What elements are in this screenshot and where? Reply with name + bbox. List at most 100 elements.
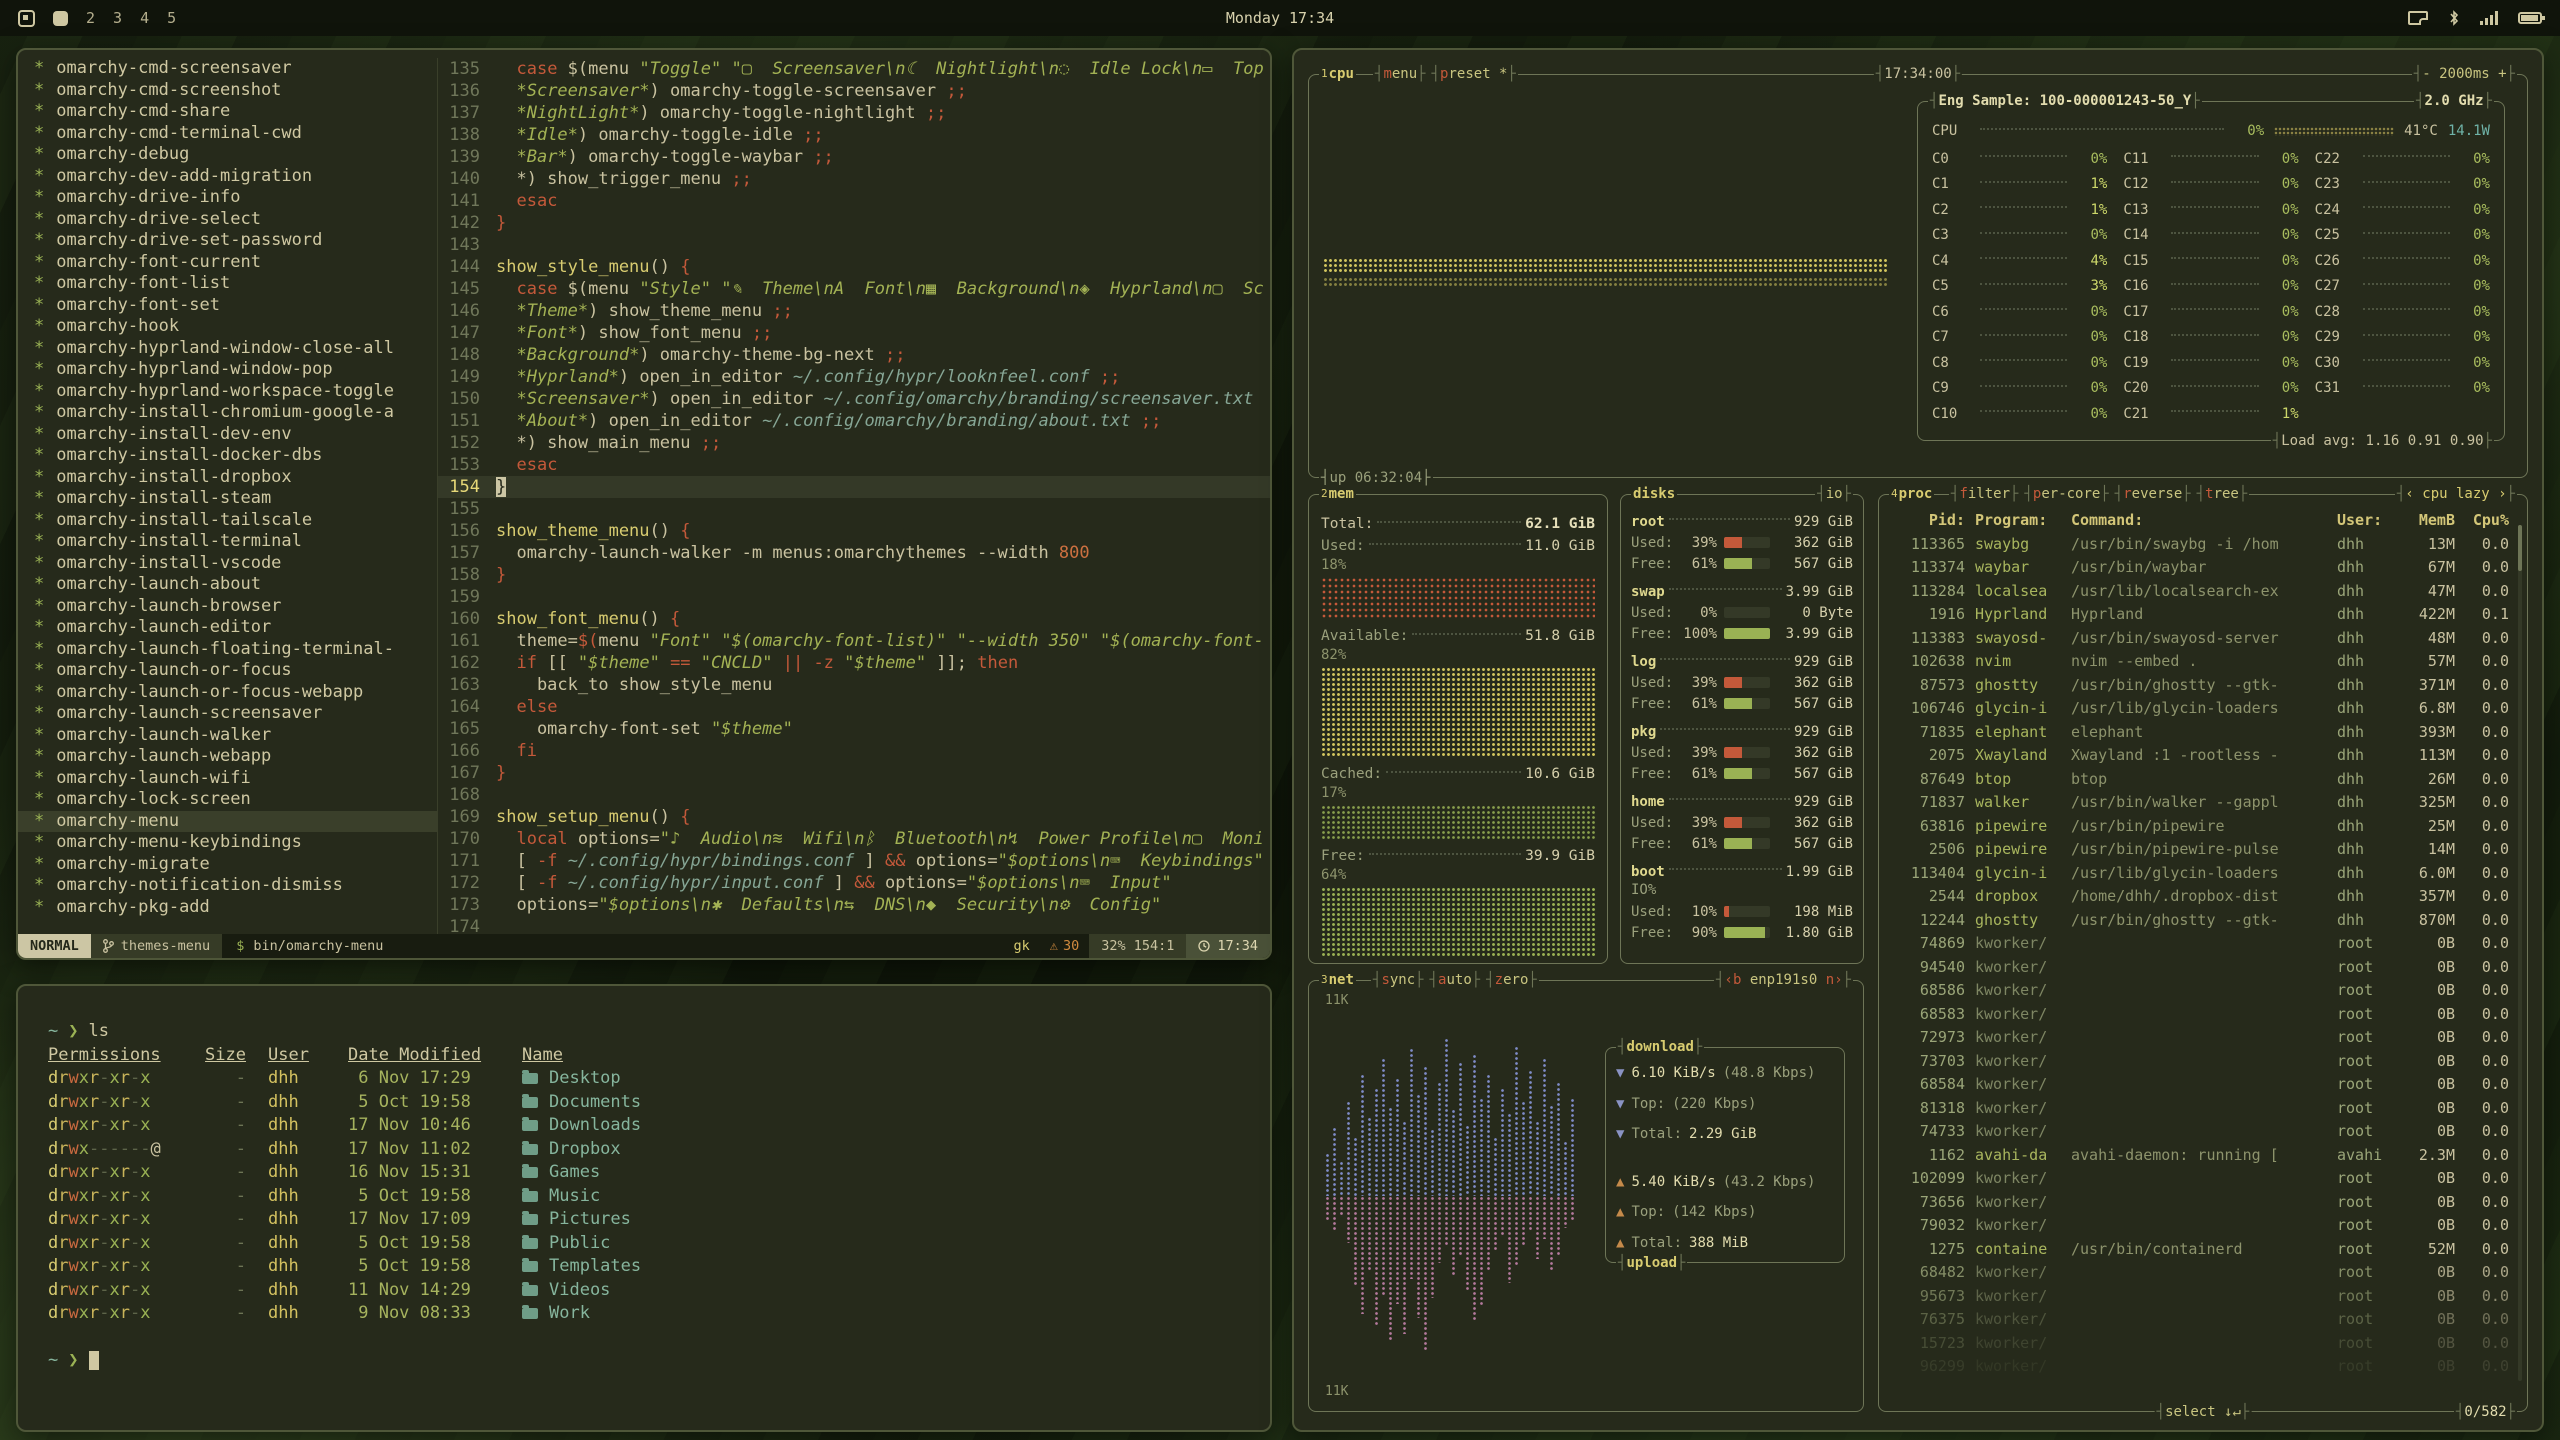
process-row[interactable]: 102099kworker/root0B0.0 xyxy=(1887,1167,2519,1191)
workspace-5[interactable]: 5 xyxy=(167,9,176,27)
file-tree-item[interactable]: *omarchy-drive-select xyxy=(18,209,437,231)
file-tree-item[interactable]: *omarchy-launch-or-focus-webapp xyxy=(18,682,437,704)
code-line[interactable]: 167} xyxy=(438,762,1270,784)
code-line[interactable]: 172 [ -f ~/.config/hypr/input.conf ] && … xyxy=(438,872,1270,894)
process-row[interactable]: 72973kworker/root0B0.0 xyxy=(1887,1026,2519,1050)
code-line[interactable]: 160show_font_menu() { xyxy=(438,608,1270,630)
code-line[interactable]: 158} xyxy=(438,564,1270,586)
process-row[interactable]: 102638nvimnvim --embed .dhh57M0.0 xyxy=(1887,650,2519,674)
omarchy-logo-icon[interactable] xyxy=(18,10,35,27)
ls-row[interactable]: drwxr-xr-x-dhh 5 Oct 19:58Music xyxy=(48,1185,1240,1209)
file-tree-item[interactable]: *omarchy-font-set xyxy=(18,295,437,317)
proc-column-header[interactable]: User: xyxy=(2337,509,2389,533)
code-line[interactable]: 168 xyxy=(438,784,1270,806)
net-button-zero[interactable]: ┤zero├ xyxy=(1486,971,1537,989)
process-row[interactable]: 71835elephantelephantdhh393M0.0 xyxy=(1887,721,2519,745)
code-line[interactable]: 140 *) show_trigger_menu ;; xyxy=(438,168,1270,190)
ls-row[interactable]: drwxr-xr-x-dhh16 Nov 15:31Games xyxy=(48,1161,1240,1185)
code-line[interactable]: 153 esac xyxy=(438,454,1270,476)
file-tree-item[interactable]: *omarchy-install-dropbox xyxy=(18,467,437,489)
file-tree-item[interactable]: *omarchy-install-vscode xyxy=(18,553,437,575)
code-line[interactable]: 173 options="$options\n✱ Defaults\n⇆ DNS… xyxy=(438,894,1270,916)
process-row[interactable]: 79032kworker/root0B0.0 xyxy=(1887,1214,2519,1238)
code-line[interactable]: 144show_style_menu() { xyxy=(438,256,1270,278)
process-row[interactable]: 1916HyprlandHyprlanddhh422M0.1 xyxy=(1887,603,2519,627)
proc-column-header[interactable]: Pid: xyxy=(1893,509,1965,533)
file-tree-item[interactable]: *omarchy-launch-browser xyxy=(18,596,437,618)
process-row[interactable]: 113284localsea/usr/lib/localsearch-exdhh… xyxy=(1887,580,2519,604)
code-line[interactable]: 145 case $(menu "Style" "✎ Theme\nA Font… xyxy=(438,278,1270,300)
code-line[interactable]: 150 *Screensaver*) open_in_editor ~/.con… xyxy=(438,388,1270,410)
code-line[interactable]: 169show_setup_menu() { xyxy=(438,806,1270,828)
process-row[interactable]: 94540kworker/root0B0.0 xyxy=(1887,956,2519,980)
file-tree-item[interactable]: *omarchy-install-docker-dbs xyxy=(18,445,437,467)
code-line[interactable]: 164 else xyxy=(438,696,1270,718)
code-line[interactable]: 159 xyxy=(438,586,1270,608)
net-button-auto[interactable]: ┤auto├ xyxy=(1430,971,1481,989)
code-line[interactable]: 148 *Background*) omarchy-theme-bg-next … xyxy=(438,344,1270,366)
file-tree-item[interactable]: *omarchy-install-tailscale xyxy=(18,510,437,532)
process-row[interactable]: 63816pipewire/usr/bin/pipewiredhh25M0.0 xyxy=(1887,815,2519,839)
file-tree-item[interactable]: *omarchy-install-terminal xyxy=(18,531,437,553)
process-row[interactable]: 87573ghostty/usr/bin/ghostty --gtk-dhh37… xyxy=(1887,674,2519,698)
process-row[interactable]: 68584kworker/root0B0.0 xyxy=(1887,1073,2519,1097)
screencast-icon[interactable] xyxy=(2408,11,2428,25)
battery-icon[interactable] xyxy=(2518,12,2542,24)
file-tree-item[interactable]: *omarchy-hook xyxy=(18,316,437,338)
file-tree-item[interactable]: *omarchy-lock-screen xyxy=(18,789,437,811)
file-tree-item[interactable]: *omarchy-menu-keybindings xyxy=(18,832,437,854)
bluetooth-icon[interactable] xyxy=(2448,10,2460,26)
proc-scrollbar[interactable] xyxy=(2518,525,2522,1381)
proc-button-tree[interactable]: ┤tree├ xyxy=(2197,485,2248,503)
process-row[interactable]: 87649btopbtopdhh26M0.0 xyxy=(1887,768,2519,792)
process-row[interactable]: 113374waybar/usr/bin/waybardhh67M0.0 xyxy=(1887,556,2519,580)
code-line[interactable]: 166 fi xyxy=(438,740,1270,762)
file-tree-item[interactable]: *omarchy-cmd-terminal-cwd xyxy=(18,123,437,145)
proc-column-header[interactable]: Command: xyxy=(2071,509,2327,533)
file-tree-item[interactable]: *omarchy-install-dev-env xyxy=(18,424,437,446)
process-row[interactable]: 95673kworker/root0B0.0 xyxy=(1887,1285,2519,1309)
ls-row[interactable]: drwx------@-dhh17 Nov 11:02Dropbox xyxy=(48,1138,1240,1162)
file-tree[interactable]: *omarchy-cmd-screensaver*omarchy-cmd-scr… xyxy=(18,58,438,934)
update-interval-control[interactable]: ┤- 2000ms +├ xyxy=(2412,65,2517,83)
process-row[interactable]: 15723kworker/root0B0.0 xyxy=(1887,1332,2519,1356)
file-tree-item[interactable]: *omarchy-launch-about xyxy=(18,574,437,596)
net-interface-switcher[interactable]: ┤ ‹b enp191s0 n› ├ xyxy=(1714,971,1853,989)
file-tree-item[interactable]: *omarchy-drive-info xyxy=(18,187,437,209)
proc-button-per-core[interactable]: ┤per-core├ xyxy=(2024,485,2108,503)
code-line[interactable]: 152 *) show_main_menu ;; xyxy=(438,432,1270,454)
process-row[interactable]: 74733kworker/root0B0.0 xyxy=(1887,1120,2519,1144)
cpu-button-menu[interactable]: ┤menu├ xyxy=(1375,65,1426,83)
file-tree-item[interactable]: *omarchy-launch-editor xyxy=(18,617,437,639)
code-line[interactable]: 151 *About*) open_in_editor ~/.config/om… xyxy=(438,410,1270,432)
file-tree-item[interactable]: *omarchy-launch-floating-terminal- xyxy=(18,639,437,661)
file-tree-item[interactable]: *omarchy-install-chromium-google-a xyxy=(18,402,437,424)
file-tree-item[interactable]: *omarchy-launch-screensaver xyxy=(18,703,437,725)
ls-row[interactable]: drwxr-xr-x-dhh17 Nov 10:46Downloads xyxy=(48,1114,1240,1138)
process-row[interactable]: 68586kworker/root0B0.0 xyxy=(1887,979,2519,1003)
process-row[interactable]: 71837walker/usr/bin/walker --gappldhh325… xyxy=(1887,791,2519,815)
code-line[interactable]: 171 [ -f ~/.config/hypr/bindings.conf ] … xyxy=(438,850,1270,872)
process-row[interactable]: 1162avahi-daavahi-daemon: running [avahi… xyxy=(1887,1144,2519,1168)
file-tree-item[interactable]: *omarchy-launch-wifi xyxy=(18,768,437,790)
file-tree-item[interactable]: *omarchy-cmd-screenshot xyxy=(18,80,437,102)
code-line[interactable]: 149 *Hyprland*) open_in_editor ~/.config… xyxy=(438,366,1270,388)
file-tree-item[interactable]: *omarchy-font-current xyxy=(18,252,437,274)
code-line[interactable]: 162 if [[ "$theme" == "CNCLD" || -z "$th… xyxy=(438,652,1270,674)
workspace-3[interactable]: 3 xyxy=(113,9,122,27)
process-row[interactable]: 76375kworker/root0B0.0 xyxy=(1887,1308,2519,1332)
process-row[interactable]: 73703kworker/root0B0.0 xyxy=(1887,1050,2519,1074)
file-tree-item[interactable]: *omarchy-debug xyxy=(18,144,437,166)
code-pane[interactable]: 135 case $(menu "Toggle" "▢ Screensaver\… xyxy=(438,58,1270,934)
proc-button-filter[interactable]: ┤filter├ xyxy=(1951,485,2018,503)
network-bars-icon[interactable] xyxy=(2480,11,2498,25)
code-line[interactable]: 165 omarchy-font-set "$theme" xyxy=(438,718,1270,740)
ls-row[interactable]: drwxr-xr-x-dhh11 Nov 14:29Videos xyxy=(48,1279,1240,1303)
cpu-button-preset[interactable]: ┤preset *├ xyxy=(1432,65,1516,83)
file-tree-item[interactable]: *omarchy-font-list xyxy=(18,273,437,295)
code-line[interactable]: 142} xyxy=(438,212,1270,234)
process-row[interactable]: 73656kworker/root0B0.0 xyxy=(1887,1191,2519,1215)
process-row[interactable]: 96299kworker/root0B0.0 xyxy=(1887,1355,2519,1379)
terminal-prompt-line[interactable]: ~ ❯ xyxy=(48,1349,1240,1373)
file-tree-item[interactable]: *omarchy-hyprland-window-close-all xyxy=(18,338,437,360)
